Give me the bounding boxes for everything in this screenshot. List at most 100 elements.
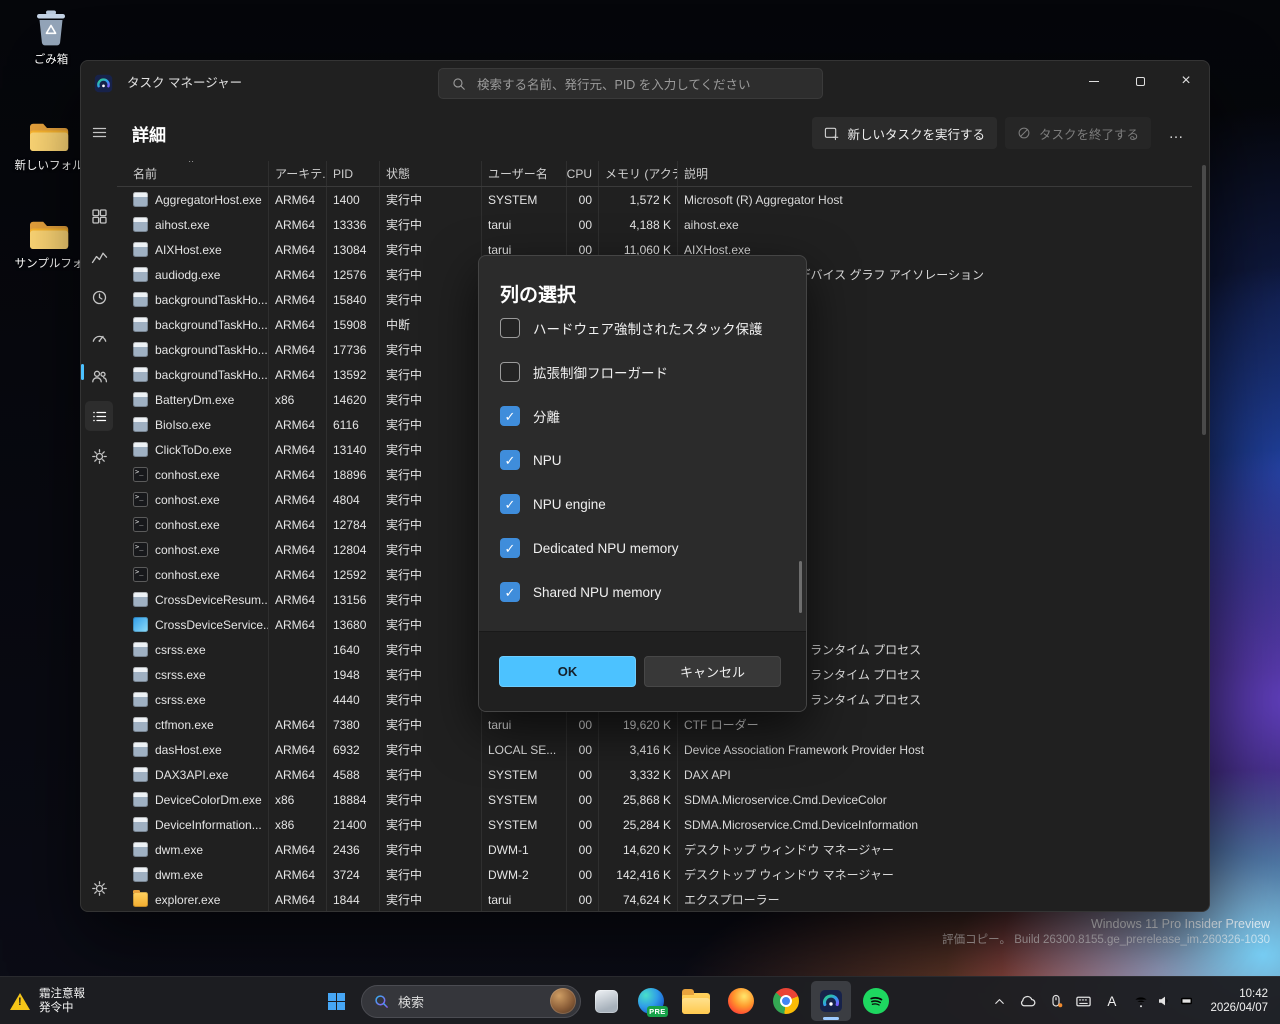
battery-icon <box>1181 997 1193 1005</box>
quick-settings-button[interactable] <box>1126 981 1203 1021</box>
checkbox[interactable] <box>500 406 520 426</box>
cell-description: SDMA.Microservice.Cmd.DeviceColor <box>684 792 887 807</box>
taskbar-app-task-manager[interactable] <box>811 981 851 1021</box>
sidebar-item-app-history[interactable] <box>85 282 113 312</box>
checkbox[interactable] <box>500 450 520 470</box>
sidebar-item-details[interactable] <box>85 401 113 431</box>
col-header-cpu[interactable]: CPU <box>567 161 599 186</box>
table-row[interactable]: dwm.exe ARM64 3724 実行中 DWM-2 00 142,416 … <box>117 862 1192 887</box>
desktop-icon-sample-folder[interactable]: サンプルフォ <box>10 210 88 271</box>
search-input[interactable]: 検索する名前、発行元、PID を入力してください <box>438 68 823 99</box>
end-task-button[interactable]: タスクを終了する <box>1004 117 1151 149</box>
onedrive-button[interactable] <box>1014 981 1041 1021</box>
start-button[interactable] <box>316 981 356 1021</box>
checkbox[interactable] <box>500 538 520 558</box>
sidebar-item-startup-apps[interactable] <box>85 322 113 352</box>
cell-pid: 12576 <box>327 262 380 287</box>
taskbar-app-firefox[interactable] <box>721 981 761 1021</box>
column-option-label: Dedicated NPU memory <box>533 540 679 556</box>
sidebar-item-services[interactable] <box>85 441 113 471</box>
close-button[interactable]: × <box>1163 61 1209 101</box>
checkbox[interactable] <box>500 494 520 514</box>
column-option-row[interactable]: Dedicated NPU memory <box>500 526 782 570</box>
taskbar-app-window[interactable] <box>586 981 626 1021</box>
column-option-row[interactable]: 分離 <box>500 394 782 438</box>
cell-pid: 1844 <box>327 887 380 911</box>
cancel-button[interactable]: キャンセル <box>644 656 781 687</box>
sidebar-item-users[interactable] <box>85 361 113 391</box>
cell-pid: 13084 <box>327 237 380 262</box>
table-row[interactable]: ctfmon.exe ARM64 7380 実行中 tarui 00 19,62… <box>117 712 1192 737</box>
process-icon <box>133 317 148 332</box>
table-row[interactable]: dasHost.exe ARM64 6932 実行中 LOCAL SE... 0… <box>117 737 1192 762</box>
taskbar-search-box[interactable]: 検索 <box>361 984 581 1018</box>
col-header-status[interactable]: 状態 <box>380 161 482 186</box>
column-option-row[interactable]: 拡張制御フローガード <box>500 350 782 394</box>
desktop-icon-recycle-bin[interactable]: ごみ箱 <box>12 6 90 67</box>
sidebar-item-performance[interactable] <box>85 242 113 272</box>
table-row[interactable]: DeviceColorDm.exe x86 18884 実行中 SYSTEM 0… <box>117 787 1192 812</box>
process-icon <box>133 567 148 582</box>
col-header-description[interactable]: 説明 <box>678 161 1192 186</box>
table-row[interactable]: dwm.exe ARM64 2436 実行中 DWM-1 00 14,620 K… <box>117 837 1192 862</box>
ok-button[interactable]: OK <box>499 656 636 687</box>
table-row[interactable]: aihost.exe ARM64 13336 実行中 tarui 00 4,18… <box>117 212 1192 237</box>
cell-status: 実行中 <box>380 187 482 212</box>
cell-cpu: 00 <box>567 212 599 237</box>
taskbar-app-edge[interactable]: PRE <box>631 981 671 1021</box>
settings-button[interactable] <box>85 873 113 903</box>
column-option-row[interactable]: NPU engine <box>500 482 782 526</box>
end-task-label: タスクを終了する <box>1038 127 1139 142</box>
run-new-task-button[interactable]: 新しいタスクを実行する <box>812 117 997 149</box>
search-highlight-image[interactable] <box>550 988 576 1014</box>
dialog-scrollbar-thumb[interactable] <box>799 561 802 613</box>
cell-architecture: x86 <box>269 812 327 837</box>
col-header-architecture[interactable]: アーキテ... <box>269 161 327 186</box>
cell-memory: 19,620 K <box>599 712 678 737</box>
hidden-icons-button[interactable] <box>986 981 1013 1021</box>
maximize-button[interactable] <box>1117 61 1163 101</box>
col-header-user[interactable]: ユーザー名 <box>482 161 567 186</box>
table-scrollbar[interactable] <box>1202 165 1206 910</box>
column-option-row[interactable]: Shared NPU memory <box>500 570 782 614</box>
column-option-row[interactable]: NPU <box>500 438 782 482</box>
taskbar-clock[interactable]: 10:42 2026/04/07 <box>1204 987 1274 1016</box>
process-icon <box>133 817 148 832</box>
table-row[interactable]: DAX3API.exe ARM64 4588 実行中 SYSTEM 00 3,3… <box>117 762 1192 787</box>
minimize-button[interactable] <box>1071 61 1117 101</box>
column-option-row[interactable]: ハードウェア強制されたスタック保護 <box>500 306 782 350</box>
hamburger-menu-button[interactable] <box>85 117 113 147</box>
process-name: conhost.exe <box>155 517 220 532</box>
process-name: conhost.exe <box>155 567 220 582</box>
checkbox[interactable] <box>500 582 520 602</box>
col-header-memory[interactable]: メモリ (アクテ... <box>599 161 678 186</box>
cell-user: SYSTEM <box>482 787 567 812</box>
process-name: AIXHost.exe <box>155 242 222 257</box>
process-name: dwm.exe <box>155 867 204 882</box>
scrollbar-thumb[interactable] <box>1202 165 1206 435</box>
process-icon <box>133 867 148 882</box>
table-row[interactable]: AggregatorHost.exe ARM64 1400 実行中 SYSTEM… <box>117 187 1192 212</box>
processes-icon <box>91 208 107 224</box>
taskbar-app-spotify[interactable] <box>856 981 896 1021</box>
checkbox[interactable] <box>500 318 520 338</box>
col-header-pid[interactable]: PID <box>327 161 380 186</box>
table-row[interactable]: DeviceInformation... x86 21400 実行中 SYSTE… <box>117 812 1192 837</box>
taskbar-app-file-explorer[interactable] <box>676 981 716 1021</box>
cell-pid: 12592 <box>327 562 380 587</box>
table-row[interactable]: explorer.exe ARM64 1844 実行中 tarui 00 74,… <box>117 887 1192 911</box>
ime-mode-button[interactable]: A <box>1098 981 1125 1021</box>
taskbar-app-chrome[interactable] <box>766 981 806 1021</box>
checkbox[interactable] <box>500 362 520 382</box>
taskbar-center: 検索 PRE <box>316 981 896 1021</box>
desktop-icon-new-folder[interactable]: 新しいフォル <box>10 112 88 173</box>
col-header-name[interactable]: ^ 名前 <box>117 161 269 186</box>
cell-status: 実行中 <box>380 637 482 662</box>
device-status-button[interactable] <box>1042 981 1069 1021</box>
cell-name: aihost.exe <box>117 212 269 237</box>
more-options-button[interactable]: … <box>1159 117 1193 149</box>
sidebar-item-processes[interactable] <box>85 201 113 231</box>
touch-keyboard-button[interactable] <box>1070 981 1097 1021</box>
weather-widget[interactable]: 霜注意報 発令中 <box>10 977 85 1024</box>
cell-memory: 25,868 K <box>599 787 678 812</box>
